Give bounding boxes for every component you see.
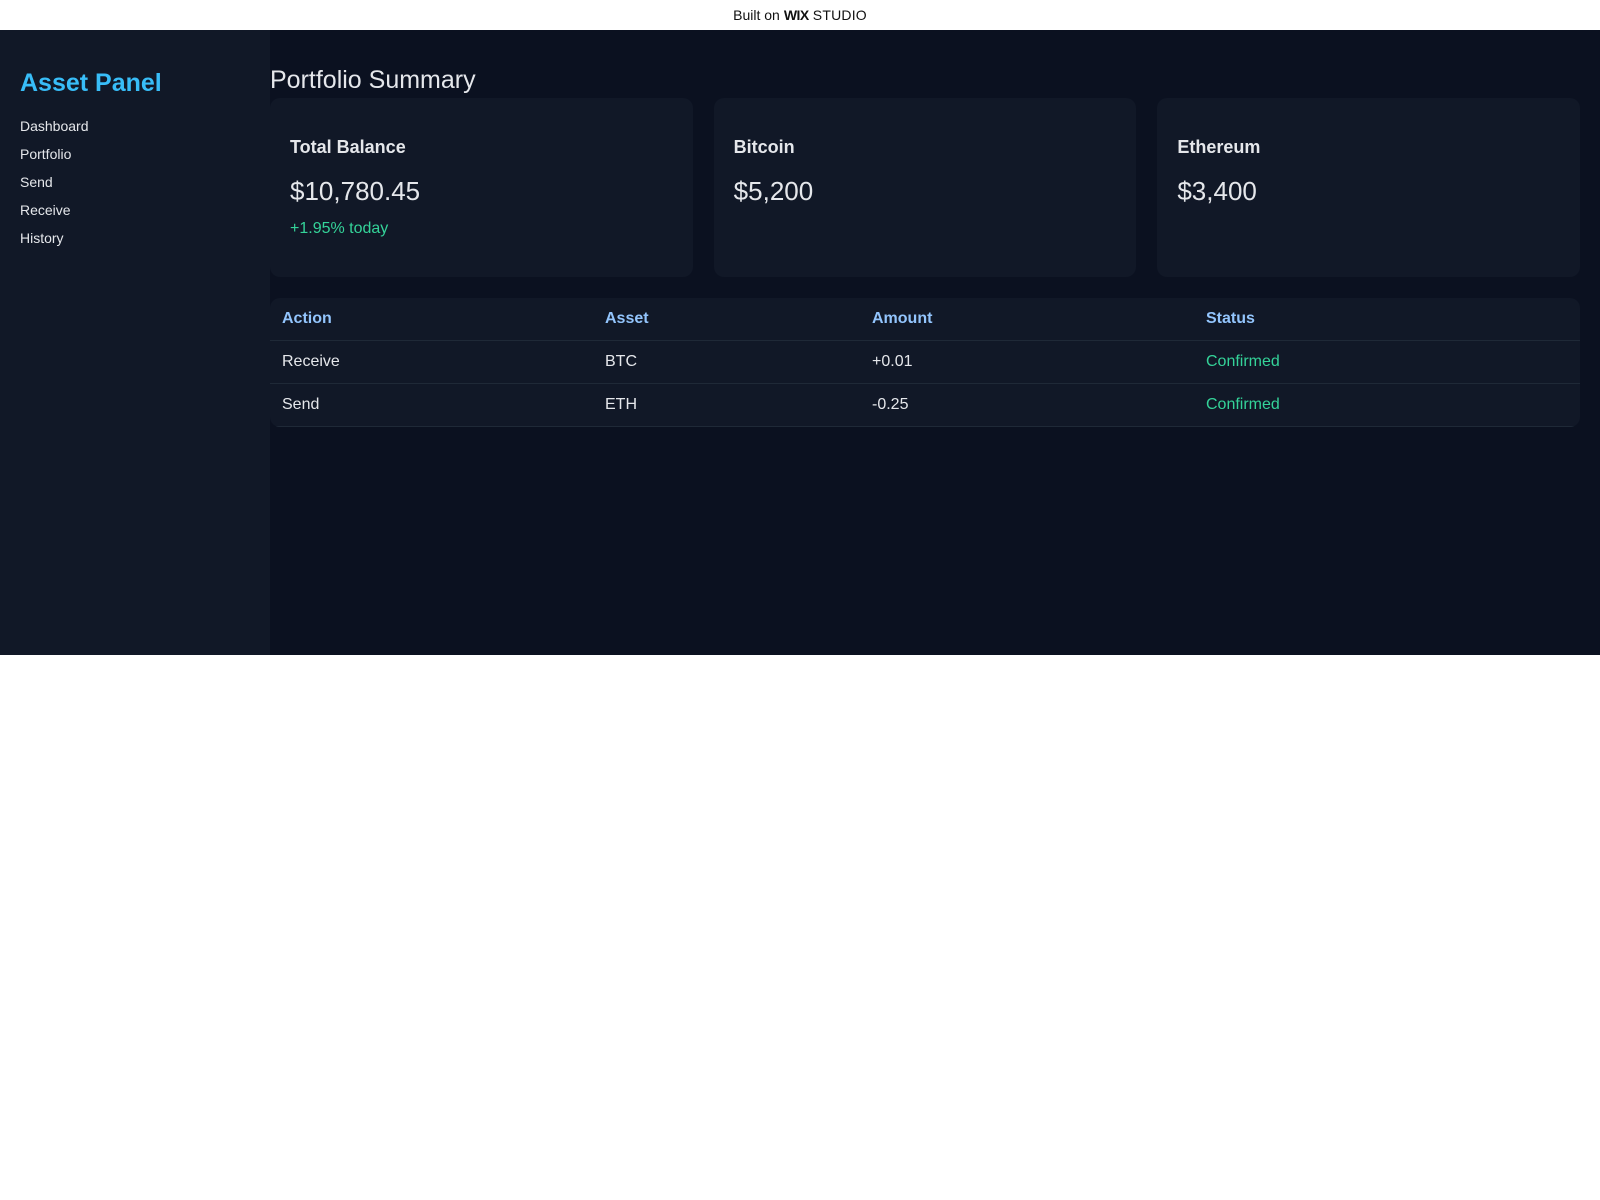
card-title: Bitcoin bbox=[733, 137, 795, 157]
card-bitcoin: Bitcoin $5,200 bbox=[713, 98, 1137, 277]
wix-banner-prefix: Built on bbox=[733, 7, 780, 23]
wix-studio-label: STUDIO bbox=[812, 7, 867, 23]
card-value: $10,780.45 bbox=[290, 176, 421, 206]
app-brand: Asset Panel bbox=[20, 69, 162, 97]
table-row[interactable]: Receive BTC +0.01 Confirmed bbox=[270, 341, 1580, 384]
wix-logo: WIX bbox=[783, 7, 809, 23]
page-title: Portfolio Summary bbox=[270, 65, 476, 94]
transactions-table: Action Asset Amount Status Receive BTC +… bbox=[270, 298, 1580, 427]
card-change: +1.95% today bbox=[290, 220, 389, 237]
sidebar-item-portfolio[interactable]: Portfolio bbox=[20, 145, 250, 163]
sidebar: Asset Panel Dashboard Portfolio Send Rec… bbox=[0, 30, 270, 655]
table-row[interactable]: Send ETH -0.25 Confirmed bbox=[270, 384, 1580, 427]
cell-asset: BTC bbox=[593, 341, 860, 384]
cell-asset: ETH bbox=[593, 384, 860, 427]
sidebar-item-send[interactable]: Send bbox=[20, 173, 250, 191]
card-title: Total Balance bbox=[290, 137, 406, 157]
sidebar-item-history[interactable]: History bbox=[20, 229, 250, 247]
cell-amount: +0.01 bbox=[860, 341, 1194, 384]
column-header-asset: Asset bbox=[593, 298, 860, 341]
card-ethereum: Ethereum $3,400 bbox=[1157, 98, 1581, 277]
card-value: $3,400 bbox=[1177, 176, 1257, 206]
cell-action: Send bbox=[270, 384, 593, 427]
cell-action: Receive bbox=[270, 341, 593, 384]
card-title: Ethereum bbox=[1177, 137, 1261, 157]
wix-banner[interactable]: Built on WIX STUDIO bbox=[0, 0, 1600, 30]
table-header-row: Action Asset Amount Status bbox=[270, 298, 1580, 341]
column-header-action: Action bbox=[270, 298, 593, 341]
main-content: Portfolio Summary Total Balance $10,780.… bbox=[270, 30, 1600, 655]
column-header-status: Status bbox=[1194, 298, 1580, 341]
summary-cards: Total Balance $10,780.45 +1.95% today Bi… bbox=[270, 98, 1581, 277]
cell-status: Confirmed bbox=[1194, 341, 1580, 384]
card-value: $5,200 bbox=[733, 176, 814, 206]
app-shell: Asset Panel Dashboard Portfolio Send Rec… bbox=[0, 30, 1600, 655]
sidebar-nav: Dashboard Portfolio Send Receive History bbox=[20, 117, 250, 247]
card-total-balance: Total Balance $10,780.45 +1.95% today bbox=[270, 98, 693, 277]
sidebar-item-dashboard[interactable]: Dashboard bbox=[20, 117, 250, 135]
cell-status: Confirmed bbox=[1194, 384, 1580, 427]
sidebar-item-receive[interactable]: Receive bbox=[20, 201, 250, 219]
column-header-amount: Amount bbox=[860, 298, 1194, 341]
cell-amount: -0.25 bbox=[860, 384, 1194, 427]
